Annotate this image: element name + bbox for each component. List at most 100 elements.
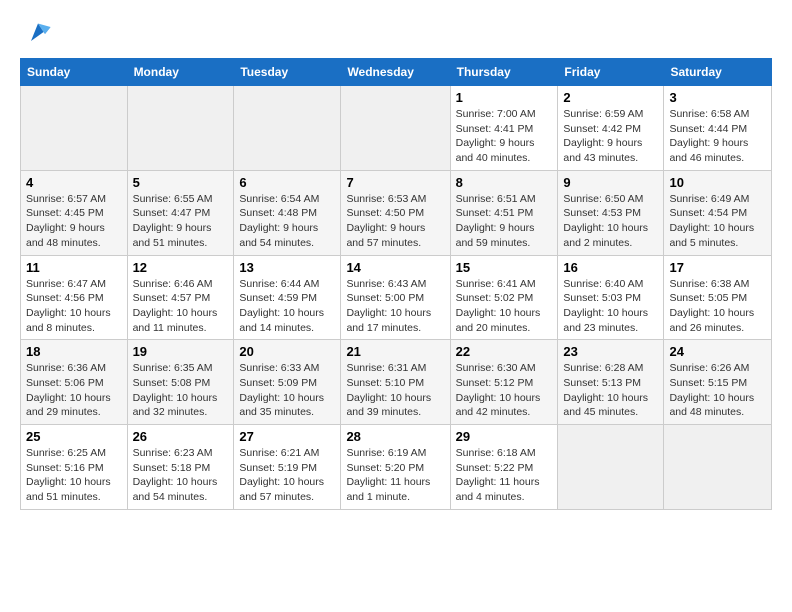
day-cell: 5 Sunrise: 6:55 AM Sunset: 4:47 PM Daylig… bbox=[127, 170, 234, 255]
day-info: Sunrise: 6:30 AM Sunset: 5:12 PM Dayligh… bbox=[456, 361, 553, 420]
day-number: 28 bbox=[346, 429, 444, 444]
day-cell: 28 Sunrise: 6:19 AM Sunset: 5:20 PM Dayli… bbox=[341, 425, 450, 510]
col-header-wednesday: Wednesday bbox=[341, 59, 450, 86]
day-info: Sunrise: 6:46 AM Sunset: 4:57 PM Dayligh… bbox=[133, 277, 229, 336]
day-cell bbox=[341, 86, 450, 171]
col-header-sunday: Sunday bbox=[21, 59, 128, 86]
day-cell: 23Sunrise: 6:28 AM Sunset: 5:13 PM Dayli… bbox=[558, 340, 664, 425]
day-number: 15 bbox=[456, 260, 553, 275]
page-header bbox=[20, 20, 772, 48]
day-info: Sunrise: 6:54 AM Sunset: 4:48 PM Dayligh… bbox=[239, 192, 335, 251]
day-cell: 7 Sunrise: 6:53 AM Sunset: 4:50 PM Daylig… bbox=[341, 170, 450, 255]
day-info: Sunrise: 6:23 AM Sunset: 5:18 PM Dayligh… bbox=[133, 446, 229, 505]
day-cell bbox=[664, 425, 772, 510]
day-number: 6 bbox=[239, 175, 335, 190]
day-number: 12 bbox=[133, 260, 229, 275]
header-row: SundayMondayTuesdayWednesdayThursdayFrid… bbox=[21, 59, 772, 86]
day-cell: 24 Sunrise: 6:26 AM Sunset: 5:15 PM Dayli… bbox=[664, 340, 772, 425]
day-cell: 21 Sunrise: 6:31 AM Sunset: 5:10 PM Dayli… bbox=[341, 340, 450, 425]
calendar-table: SundayMondayTuesdayWednesdayThursdayFrid… bbox=[20, 58, 772, 510]
day-info: Sunrise: 6:26 AM Sunset: 5:15 PM Dayligh… bbox=[669, 361, 766, 420]
day-info: Sunrise: 6:53 AM Sunset: 4:50 PM Dayligh… bbox=[346, 192, 444, 251]
day-cell: 22Sunrise: 6:30 AM Sunset: 5:12 PM Dayli… bbox=[450, 340, 558, 425]
day-info: Sunrise: 7:00 AM Sunset: 4:41 PM Dayligh… bbox=[456, 107, 553, 166]
day-info: Sunrise: 6:57 AM Sunset: 4:45 PM Dayligh… bbox=[26, 192, 122, 251]
day-cell: 17Sunrise: 6:38 AM Sunset: 5:05 PM Dayli… bbox=[664, 255, 772, 340]
day-info: Sunrise: 6:44 AM Sunset: 4:59 PM Dayligh… bbox=[239, 277, 335, 336]
day-info: Sunrise: 6:58 AM Sunset: 4:44 PM Dayligh… bbox=[669, 107, 766, 166]
day-number: 26 bbox=[133, 429, 229, 444]
week-row-3: 11Sunrise: 6:47 AM Sunset: 4:56 PM Dayli… bbox=[21, 255, 772, 340]
day-number: 5 bbox=[133, 175, 229, 190]
day-number: 11 bbox=[26, 260, 122, 275]
day-info: Sunrise: 6:43 AM Sunset: 5:00 PM Dayligh… bbox=[346, 277, 444, 336]
day-number: 14 bbox=[346, 260, 444, 275]
day-number: 25 bbox=[26, 429, 122, 444]
day-number: 17 bbox=[669, 260, 766, 275]
day-info: Sunrise: 6:21 AM Sunset: 5:19 PM Dayligh… bbox=[239, 446, 335, 505]
day-info: Sunrise: 6:19 AM Sunset: 5:20 PM Dayligh… bbox=[346, 446, 444, 505]
day-cell: 6 Sunrise: 6:54 AM Sunset: 4:48 PM Daylig… bbox=[234, 170, 341, 255]
day-number: 27 bbox=[239, 429, 335, 444]
day-number: 18 bbox=[26, 344, 122, 359]
day-info: Sunrise: 6:25 AM Sunset: 5:16 PM Dayligh… bbox=[26, 446, 122, 505]
day-info: Sunrise: 6:55 AM Sunset: 4:47 PM Dayligh… bbox=[133, 192, 229, 251]
day-info: Sunrise: 6:59 AM Sunset: 4:42 PM Dayligh… bbox=[563, 107, 658, 166]
day-cell: 19 Sunrise: 6:35 AM Sunset: 5:08 PM Dayli… bbox=[127, 340, 234, 425]
day-cell: 14 Sunrise: 6:43 AM Sunset: 5:00 PM Dayli… bbox=[341, 255, 450, 340]
week-row-2: 4 Sunrise: 6:57 AM Sunset: 4:45 PM Daylig… bbox=[21, 170, 772, 255]
col-header-thursday: Thursday bbox=[450, 59, 558, 86]
day-number: 20 bbox=[239, 344, 335, 359]
day-number: 7 bbox=[346, 175, 444, 190]
week-row-1: 1 Sunrise: 7:00 AM Sunset: 4:41 PM Daylig… bbox=[21, 86, 772, 171]
day-info: Sunrise: 6:31 AM Sunset: 5:10 PM Dayligh… bbox=[346, 361, 444, 420]
day-cell: 27 Sunrise: 6:21 AM Sunset: 5:19 PM Dayli… bbox=[234, 425, 341, 510]
day-cell bbox=[558, 425, 664, 510]
day-number: 16 bbox=[563, 260, 658, 275]
day-cell bbox=[234, 86, 341, 171]
logo bbox=[20, 20, 52, 48]
day-cell: 11Sunrise: 6:47 AM Sunset: 4:56 PM Dayli… bbox=[21, 255, 128, 340]
col-header-tuesday: Tuesday bbox=[234, 59, 341, 86]
day-number: 13 bbox=[239, 260, 335, 275]
day-cell: 25 Sunrise: 6:25 AM Sunset: 5:16 PM Dayli… bbox=[21, 425, 128, 510]
day-cell: 3Sunrise: 6:58 AM Sunset: 4:44 PM Daylig… bbox=[664, 86, 772, 171]
day-info: Sunrise: 6:49 AM Sunset: 4:54 PM Dayligh… bbox=[669, 192, 766, 251]
col-header-saturday: Saturday bbox=[664, 59, 772, 86]
day-number: 29 bbox=[456, 429, 553, 444]
week-row-4: 18 Sunrise: 6:36 AM Sunset: 5:06 PM Dayli… bbox=[21, 340, 772, 425]
day-info: Sunrise: 6:18 AM Sunset: 5:22 PM Dayligh… bbox=[456, 446, 553, 505]
day-cell: 10 Sunrise: 6:49 AM Sunset: 4:54 PM Dayli… bbox=[664, 170, 772, 255]
day-number: 19 bbox=[133, 344, 229, 359]
day-number: 8 bbox=[456, 175, 553, 190]
day-cell: 18 Sunrise: 6:36 AM Sunset: 5:06 PM Dayli… bbox=[21, 340, 128, 425]
day-number: 4 bbox=[26, 175, 122, 190]
day-cell bbox=[127, 86, 234, 171]
day-cell: 29 Sunrise: 6:18 AM Sunset: 5:22 PM Dayli… bbox=[450, 425, 558, 510]
col-header-monday: Monday bbox=[127, 59, 234, 86]
day-cell: 16 Sunrise: 6:40 AM Sunset: 5:03 PM Dayli… bbox=[558, 255, 664, 340]
day-cell: 2 Sunrise: 6:59 AM Sunset: 4:42 PM Daylig… bbox=[558, 86, 664, 171]
day-cell: 20 Sunrise: 6:33 AM Sunset: 5:09 PM Dayli… bbox=[234, 340, 341, 425]
col-header-friday: Friday bbox=[558, 59, 664, 86]
day-info: Sunrise: 6:35 AM Sunset: 5:08 PM Dayligh… bbox=[133, 361, 229, 420]
day-info: Sunrise: 6:41 AM Sunset: 5:02 PM Dayligh… bbox=[456, 277, 553, 336]
day-cell: 26 Sunrise: 6:23 AM Sunset: 5:18 PM Dayli… bbox=[127, 425, 234, 510]
day-info: Sunrise: 6:50 AM Sunset: 4:53 PM Dayligh… bbox=[563, 192, 658, 251]
day-info: Sunrise: 6:33 AM Sunset: 5:09 PM Dayligh… bbox=[239, 361, 335, 420]
day-info: Sunrise: 6:36 AM Sunset: 5:06 PM Dayligh… bbox=[26, 361, 122, 420]
day-cell: 15 Sunrise: 6:41 AM Sunset: 5:02 PM Dayli… bbox=[450, 255, 558, 340]
day-number: 1 bbox=[456, 90, 553, 105]
day-number: 10 bbox=[669, 175, 766, 190]
day-cell: 9 Sunrise: 6:50 AM Sunset: 4:53 PM Daylig… bbox=[558, 170, 664, 255]
day-number: 2 bbox=[563, 90, 658, 105]
day-cell: 8 Sunrise: 6:51 AM Sunset: 4:51 PM Daylig… bbox=[450, 170, 558, 255]
week-row-5: 25 Sunrise: 6:25 AM Sunset: 5:16 PM Dayli… bbox=[21, 425, 772, 510]
day-info: Sunrise: 6:40 AM Sunset: 5:03 PM Dayligh… bbox=[563, 277, 658, 336]
day-number: 9 bbox=[563, 175, 658, 190]
day-cell bbox=[21, 86, 128, 171]
day-info: Sunrise: 6:51 AM Sunset: 4:51 PM Dayligh… bbox=[456, 192, 553, 251]
day-number: 24 bbox=[669, 344, 766, 359]
day-cell: 4 Sunrise: 6:57 AM Sunset: 4:45 PM Daylig… bbox=[21, 170, 128, 255]
day-number: 21 bbox=[346, 344, 444, 359]
